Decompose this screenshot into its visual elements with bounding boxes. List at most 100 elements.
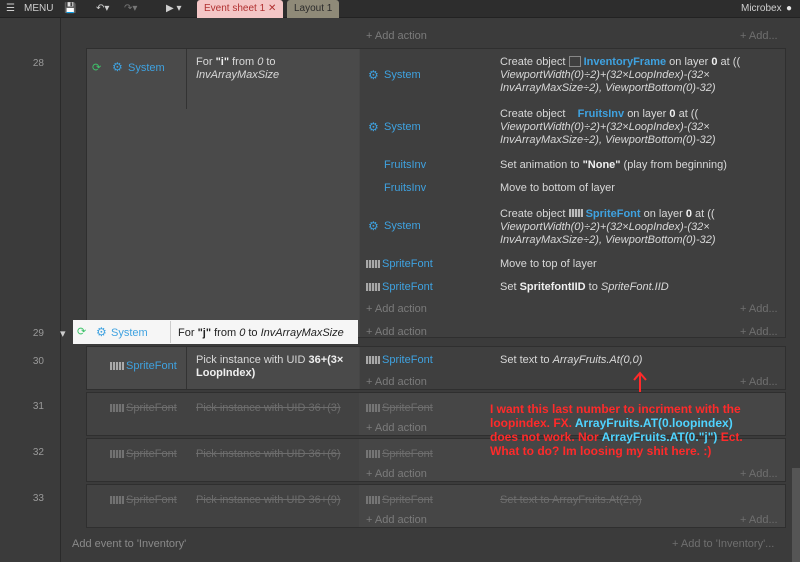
action-object: System — [384, 220, 421, 232]
event-number: 29 — [32, 328, 44, 339]
spritefont-icon — [568, 209, 583, 217]
condition-text: For "j" from 0 to InvArrayMaxSize — [178, 327, 344, 339]
inventoryframe-icon — [568, 56, 581, 67]
user-name: Microbex — [741, 3, 782, 14]
action-object: FruitsInv — [384, 159, 427, 171]
close-icon[interactable]: ✕ — [268, 3, 276, 14]
tab-event-sheet-1[interactable]: Event sheet 1 ✕ — [197, 0, 284, 18]
condition-to: InvArrayMaxSize — [196, 69, 280, 81]
event-number: 28 — [32, 58, 44, 69]
add-action-link[interactable]: + Add action — [366, 422, 427, 434]
spritefont-icon — [366, 496, 380, 504]
divider — [170, 321, 171, 343]
gear-icon: ⚙ — [368, 219, 379, 233]
save-icon[interactable]: 💾 — [64, 0, 76, 18]
condition-text: For "i" from 0 to — [196, 56, 276, 68]
hamburger-icon[interactable]: ☰ — [6, 0, 15, 18]
menu-button[interactable]: MENU — [24, 0, 53, 18]
condition-text: Pick instance with UID 36+(3) — [196, 402, 341, 414]
redo-icon[interactable]: ↷▾ — [124, 0, 137, 18]
spritefont-icon — [366, 450, 380, 458]
action-text[interactable]: Set animation to "None" (play from begin… — [500, 159, 727, 172]
toolbar: ☰ MENU 💾 ↶▾ ↷▾ ▶ ▾ Event sheet 1 ✕ Layou… — [0, 0, 800, 18]
tab-label: Event sheet 1 — [204, 3, 266, 14]
event-number: 30 — [32, 356, 44, 367]
add-dots-link[interactable]: + Add... — [740, 303, 778, 315]
action-object: FruitsInv — [384, 182, 427, 194]
spritefont-icon — [366, 404, 380, 412]
action-text: Set text to ArrayFruits.At(2,0) — [500, 494, 642, 506]
undo-icon[interactable]: ↶▾ — [96, 0, 109, 18]
add-dots-link[interactable]: + Add... — [740, 514, 778, 526]
divider — [186, 347, 187, 389]
event-sheet: + Add action + Add... 28 ⟳ ⚙ System For … — [0, 18, 800, 562]
condition-object: SpriteFont — [126, 448, 177, 460]
collapse-chevron-icon[interactable]: ▾ — [60, 328, 66, 341]
action-text[interactable]: Create object FruitsInv on layer 0 at (( — [500, 108, 698, 121]
action-text[interactable]: Set text to ArrayFruits.At(0,0) — [500, 354, 642, 367]
gear-icon: ⚙ — [368, 120, 379, 134]
condition-object: System — [111, 327, 148, 339]
event-number: 32 — [32, 447, 44, 458]
tab-layout-1[interactable]: Layout 1 — [287, 0, 340, 18]
add-dots-link[interactable]: + Add... — [740, 30, 778, 42]
scrollbar[interactable] — [792, 468, 800, 562]
gear-icon: ⚙ — [368, 68, 379, 82]
add-action-link[interactable]: + Add action — [366, 468, 427, 480]
action-object: SpriteFont — [382, 494, 433, 506]
action-text-line: InvArrayMaxSize÷2), ViewportBottom(0)-32… — [500, 134, 716, 146]
divider — [186, 49, 187, 109]
gear-icon: ⚙ — [96, 325, 107, 339]
condition-text: Pick instance with UID 36+(9) — [196, 494, 341, 506]
action-text[interactable]: Move to bottom of layer — [500, 182, 615, 195]
event-number: 31 — [32, 401, 44, 412]
spritefont-icon — [110, 496, 124, 504]
add-action-link[interactable]: + Add action — [366, 303, 427, 315]
condition-text: Pick instance with UID 36+(6) — [196, 448, 341, 460]
gear-icon: ⚙ — [112, 60, 123, 74]
action-text-line: InvArrayMaxSize÷2), ViewportBottom(0)-32… — [500, 82, 716, 94]
action-text-line: ViewportWidth(0)÷2)+(32×LoopIndex)-(32× — [500, 121, 710, 133]
action-text[interactable]: Set SpritefontIID to SpriteFont.IID — [500, 281, 669, 294]
action-text[interactable]: Create object InventoryFrame on layer 0 … — [500, 56, 740, 69]
gutter-divider — [60, 18, 61, 562]
action-object: SpriteFont — [382, 448, 433, 460]
spritefont-icon — [366, 356, 380, 364]
add-action-link[interactable]: + Add action — [366, 326, 427, 338]
spritefont-icon — [110, 404, 124, 412]
action-object: System — [384, 69, 421, 81]
annotation-note: I want this last number to incriment wit… — [490, 402, 743, 458]
condition-object: SpriteFont — [126, 360, 177, 372]
spritefont-icon — [366, 260, 380, 268]
add-action-link[interactable]: + Add action — [366, 376, 427, 388]
loop-icon: ⟳ — [92, 62, 102, 74]
condition-object: SpriteFont — [126, 402, 177, 414]
add-action-link[interactable]: + Add action — [366, 514, 427, 526]
spritefont-icon — [366, 283, 380, 291]
condition-cell[interactable] — [87, 49, 359, 337]
spritefont-icon — [110, 362, 124, 370]
add-dots-link[interactable]: + Add... — [740, 326, 778, 338]
action-object: SpriteFont — [382, 281, 433, 293]
action-text-line: InvArrayMaxSize÷2), ViewportBottom(0)-32… — [500, 234, 716, 246]
action-text-line: ViewportWidth(0)÷2)+(32×LoopIndex)-(32× — [500, 69, 710, 81]
action-text[interactable]: Create object SpriteFont on layer 0 at (… — [500, 208, 715, 221]
spritefont-icon — [110, 450, 124, 458]
action-text[interactable]: Move to top of layer — [500, 258, 597, 271]
action-text-line: ViewportWidth(0)÷2)+(32×LoopIndex)-(32× — [500, 221, 710, 233]
add-action-link[interactable]: + Add action — [366, 30, 427, 42]
condition-object: SpriteFont — [126, 494, 177, 506]
action-object: SpriteFont — [382, 402, 433, 414]
loop-icon: ⟳ — [77, 326, 87, 338]
add-event-link[interactable]: Add event to 'Inventory' — [72, 538, 186, 551]
avatar[interactable]: ● — [786, 0, 792, 18]
add-dots-link[interactable]: + Add... — [740, 468, 778, 480]
condition-text: Pick instance with UID 36+(3× — [196, 354, 344, 366]
add-to-inventory-link[interactable]: + Add to 'Inventory'... — [672, 538, 774, 550]
action-object: SpriteFont — [382, 354, 433, 366]
event-number: 33 — [32, 493, 44, 504]
condition-object: System — [128, 62, 165, 74]
play-icon[interactable]: ▶ ▾ — [166, 0, 182, 18]
condition-text-line: LoopIndex) — [196, 367, 256, 379]
add-dots-link[interactable]: + Add... — [740, 376, 778, 388]
